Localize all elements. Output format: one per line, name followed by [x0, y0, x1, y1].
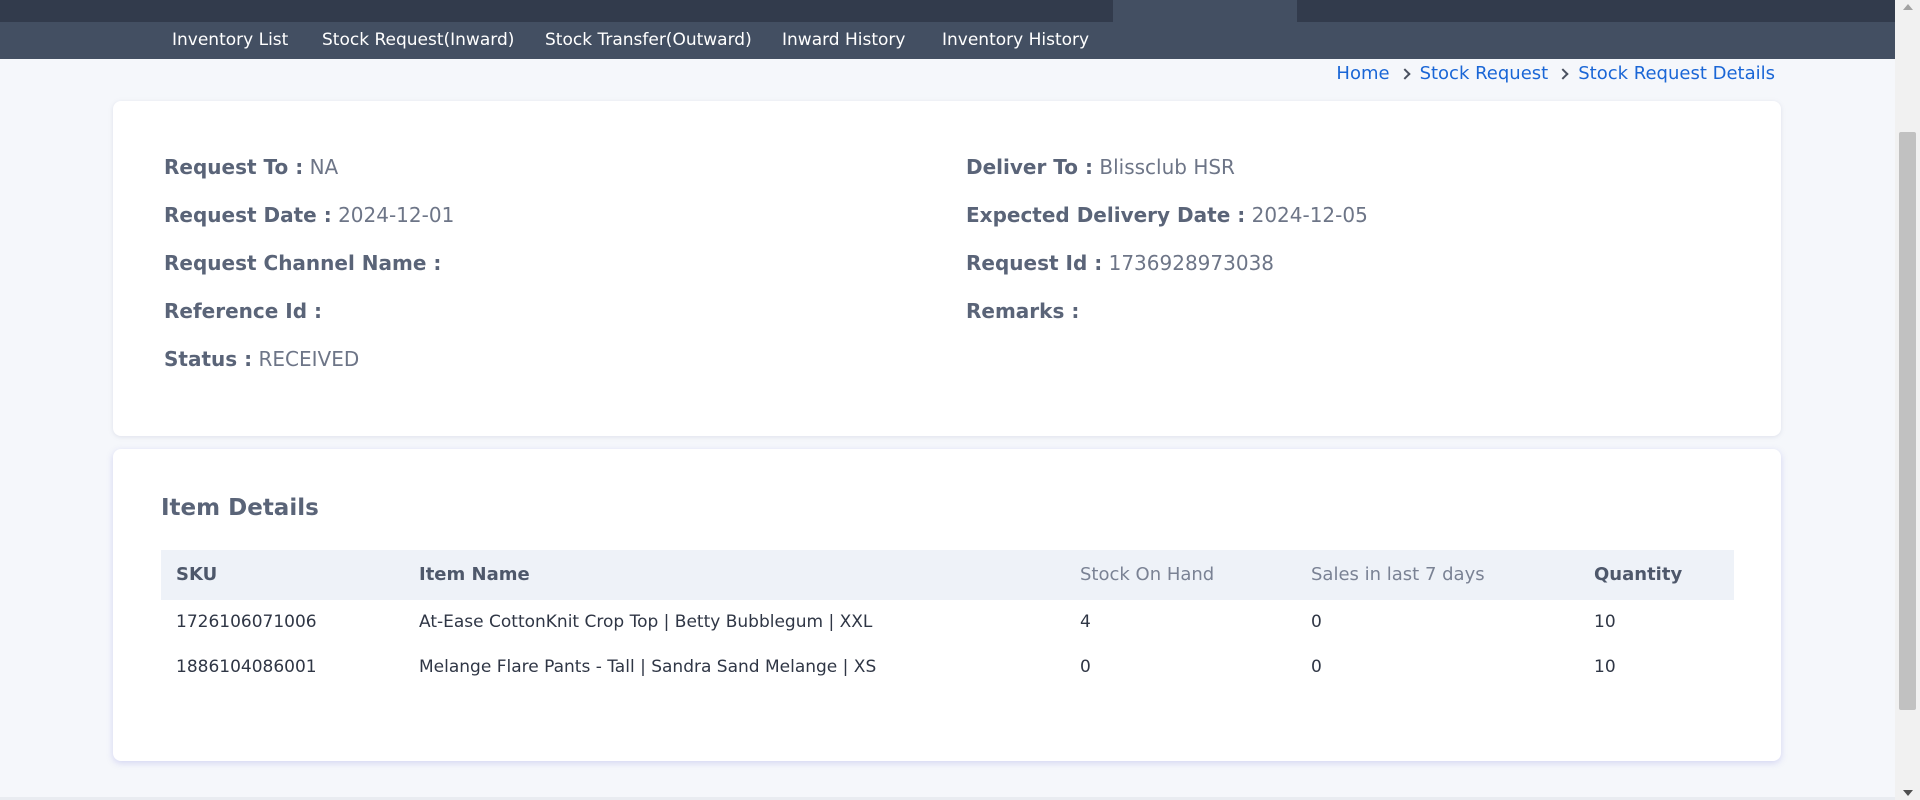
table-row: 1726106071006 At-Ease CottonKnit Crop To…: [161, 600, 1734, 645]
nav-item-stock-request-inward[interactable]: Stock Request(Inward): [322, 22, 514, 59]
table-row: 1886104086001 Melange Flare Pants - Tall…: [161, 645, 1734, 690]
field-request-to: Request To : NA: [164, 153, 338, 181]
cell-item-name: At-Ease CottonKnit Crop Top | Betty Bubb…: [419, 612, 873, 632]
field-label: Remarks :: [966, 299, 1080, 323]
nav-item-inventory-list[interactable]: Inventory List: [172, 22, 288, 59]
request-info-card: Request To : NA Request Date : 2024-12-0…: [113, 101, 1781, 436]
field-label: Request Date :: [164, 203, 332, 227]
field-label: Status :: [164, 347, 253, 371]
field-request-channel-name: Request Channel Name :: [164, 249, 441, 277]
field-label: Deliver To :: [966, 155, 1093, 179]
scrollbar-thumb[interactable]: [1899, 132, 1916, 710]
field-expected-delivery-date: Expected Delivery Date : 2024-12-05: [966, 201, 1368, 229]
field-value: 1736928973038: [1108, 251, 1275, 275]
field-request-date: Request Date : 2024-12-01: [164, 201, 454, 229]
breadcrumb: Home Stock Request Stock Request Details: [1336, 62, 1775, 86]
navigation-bar: Inventory List Stock Request(Inward) Sto…: [0, 22, 1895, 59]
top-bar-active-tab[interactable]: [1113, 0, 1297, 22]
field-label: Reference Id :: [164, 299, 322, 323]
chevron-right-icon: [1548, 62, 1578, 86]
column-header-sku: SKU: [176, 564, 218, 585]
column-header-item-name: Item Name: [419, 564, 530, 585]
nav-item-stock-transfer-outward[interactable]: Stock Transfer(Outward): [545, 22, 752, 59]
scroll-down-arrow-icon[interactable]: [1903, 790, 1913, 796]
vertical-scrollbar[interactable]: [1895, 0, 1920, 800]
status-value: RECEIVED: [258, 347, 360, 371]
column-header-stock-on-hand: Stock On Hand: [1080, 564, 1215, 585]
item-details-card: Item Details SKU Item Name Stock On Hand…: [113, 449, 1781, 761]
field-value: Blissclub HSR: [1099, 155, 1235, 179]
cell-sku: 1726106071006: [176, 612, 317, 632]
table-header: SKU Item Name Stock On Hand Sales in las…: [161, 550, 1734, 600]
cell-sku: 1886104086001: [176, 657, 317, 677]
cell-stock-on-hand: 0: [1080, 657, 1091, 677]
field-label: Request To :: [164, 155, 304, 179]
field-value: NA: [309, 155, 339, 179]
breadcrumb-stock-request[interactable]: Stock Request: [1420, 62, 1549, 86]
field-deliver-to: Deliver To : Blissclub HSR: [966, 153, 1235, 181]
field-status: Status : RECEIVED: [164, 345, 359, 373]
field-label: Request Channel Name :: [164, 251, 442, 275]
cell-sales-last-7-days: 0: [1311, 612, 1322, 632]
cell-item-name: Melange Flare Pants - Tall | Sandra Sand…: [419, 657, 877, 677]
column-header-quantity: Quantity: [1594, 564, 1683, 585]
field-value: 2024-12-05: [1251, 203, 1368, 227]
items-table: SKU Item Name Stock On Hand Sales in las…: [161, 550, 1734, 690]
breadcrumb-stock-request-details[interactable]: Stock Request Details: [1578, 62, 1775, 86]
nav-item-inventory-history[interactable]: Inventory History: [942, 22, 1089, 59]
cell-quantity: 10: [1594, 612, 1616, 632]
field-request-id: Request Id : 1736928973038: [966, 249, 1274, 277]
field-label: Expected Delivery Date :: [966, 203, 1246, 227]
field-reference-id: Reference Id :: [164, 297, 322, 325]
field-remarks: Remarks :: [966, 297, 1079, 325]
cell-stock-on-hand: 4: [1080, 612, 1091, 632]
nav-item-inward-history[interactable]: Inward History: [782, 22, 905, 59]
cell-sales-last-7-days: 0: [1311, 657, 1322, 677]
column-header-sales-last-7-days: Sales in last 7 days: [1311, 564, 1485, 585]
field-label: Request Id :: [966, 251, 1103, 275]
cell-quantity: 10: [1594, 657, 1616, 677]
breadcrumb-home[interactable]: Home: [1336, 62, 1389, 86]
scroll-up-arrow-icon[interactable]: [1903, 4, 1913, 10]
chevron-right-icon: [1390, 62, 1420, 86]
section-title: Item Details: [161, 495, 319, 521]
top-bar: [0, 0, 1895, 22]
field-value: 2024-12-01: [338, 203, 455, 227]
